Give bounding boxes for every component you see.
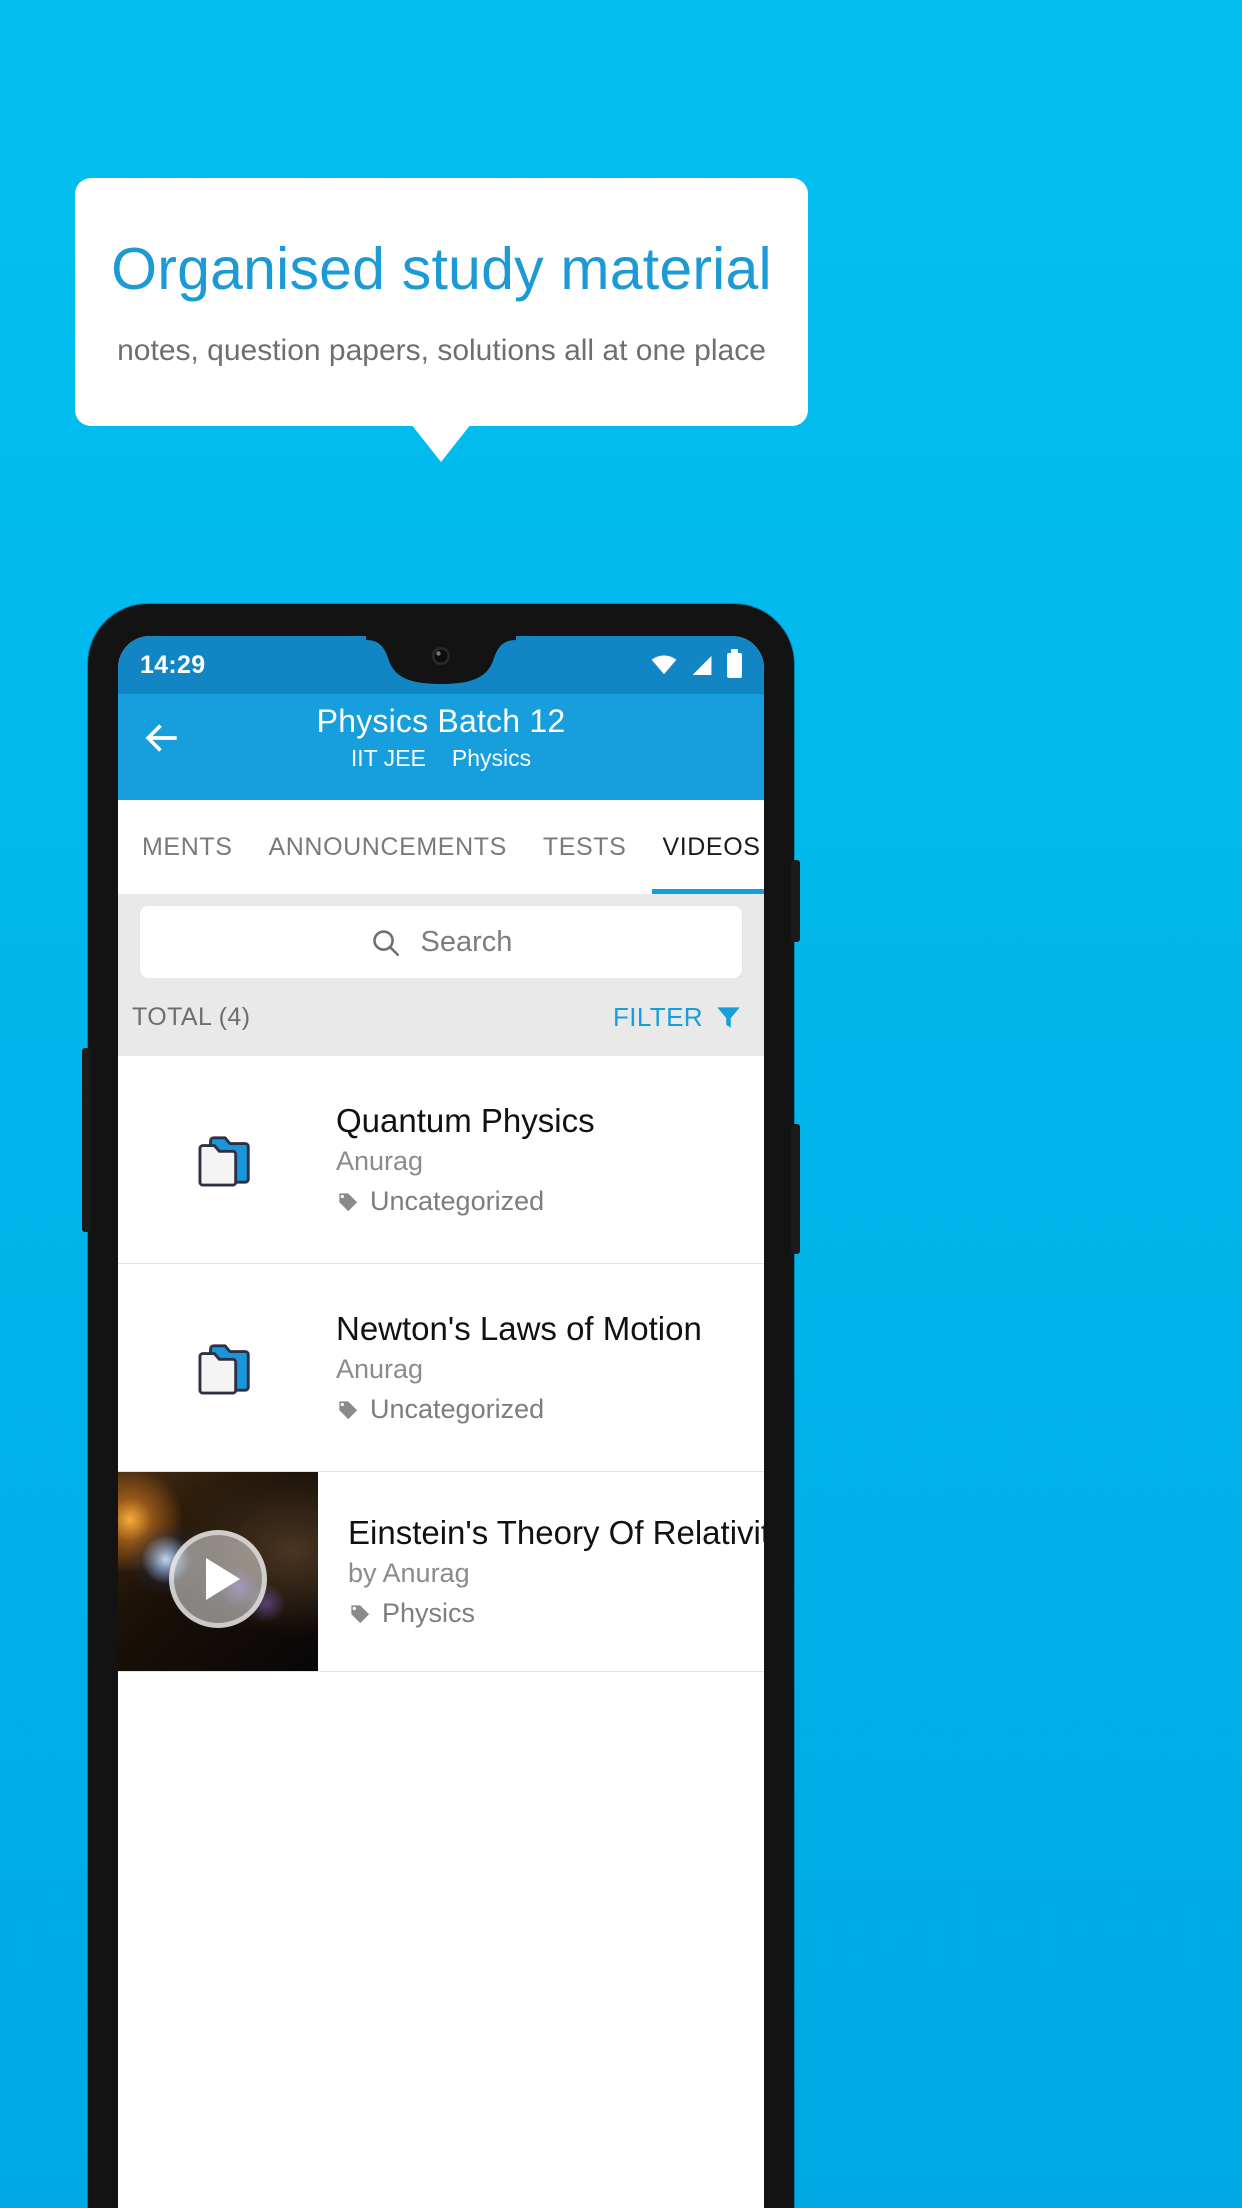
breadcrumb: IIT JEE Physics (118, 745, 764, 772)
phone-screen: 14:29 Physics Batch 12 IIT JEE Physics M… (118, 636, 764, 2208)
wifi-icon (651, 655, 677, 675)
status-bar: 14:29 (118, 636, 764, 694)
list-item-tag-label: Uncategorized (370, 1394, 545, 1425)
tag-icon (338, 1401, 358, 1420)
phone-power-button[interactable] (791, 860, 800, 942)
list-item-tag-label: Uncategorized (370, 1186, 545, 1217)
search-icon (372, 929, 399, 956)
list-item-icon (118, 1340, 336, 1396)
list-item-icon (118, 1132, 336, 1188)
tab-videos[interactable]: VIDEOS (644, 800, 764, 894)
promo-bubble-tail (411, 424, 471, 462)
total-count-label: TOTAL (4) (132, 1002, 251, 1031)
list-item-title: Quantum Physics (336, 1101, 595, 1139)
promo-card: Organised study material notes, question… (75, 178, 808, 426)
tab-tests[interactable]: TESTS (525, 800, 645, 894)
filter-icon (717, 1006, 740, 1028)
app-bar-titles: Physics Batch 12 IIT JEE Physics (118, 702, 764, 772)
status-time: 14:29 (140, 650, 206, 679)
list-item-title: Einstein's Theory Of Relativity (348, 1513, 764, 1551)
play-triangle (206, 1558, 240, 1601)
list-item-body: Newton's Laws of Motion Anurag Uncategor… (336, 1310, 718, 1426)
list-item-tag-label: Physics (382, 1598, 476, 1629)
tab-assignments[interactable]: MENTS (124, 800, 251, 894)
play-icon[interactable] (169, 1530, 267, 1629)
folder-icon (198, 1343, 250, 1395)
signal-icon (692, 655, 712, 675)
table-row[interactable]: Newton's Laws of Motion Anurag Uncategor… (118, 1264, 764, 1472)
status-icons (651, 648, 742, 678)
list-item-body: Quantum Physics Anurag Uncategorized (336, 1102, 611, 1218)
list-item-tag: Physics (348, 1598, 764, 1629)
table-row[interactable]: Quantum Physics Anurag Uncategorized (118, 1056, 764, 1264)
tag-icon (338, 1193, 358, 1212)
breadcrumb-exam: IIT JEE (350, 745, 426, 772)
phone-volume-button[interactable] (791, 1124, 800, 1254)
search-zone: Search (118, 894, 764, 978)
list-item-author: by Anurag (348, 1558, 470, 1589)
phone-side-button[interactable] (82, 1048, 91, 1232)
phone-device: 14:29 Physics Batch 12 IIT JEE Physics M… (82, 604, 800, 2208)
list-item-body: Einstein's Theory Of Relativity by Anura… (318, 1472, 764, 1671)
search-placeholder: Search (420, 925, 513, 958)
list-item-title: Newton's Laws of Motion (336, 1309, 702, 1347)
list-item-author: Anurag (336, 1146, 424, 1177)
tag-icon (350, 1605, 370, 1624)
page-title: Physics Batch 12 (316, 703, 566, 739)
app-bar: Physics Batch 12 IIT JEE Physics (118, 694, 764, 800)
breadcrumb-subject: Physics (451, 745, 532, 772)
promo-subtitle: notes, question papers, solutions all at… (117, 333, 766, 367)
list-item-author: Anurag (336, 1354, 424, 1385)
content-list: Quantum Physics Anurag Uncategorized New… (118, 1056, 764, 1672)
battery-icon (727, 648, 742, 678)
search-input[interactable]: Search (140, 906, 742, 978)
list-toolbar: TOTAL (4) FILTER (118, 978, 764, 1056)
video-thumbnail[interactable] (118, 1472, 318, 1671)
promo-title: Organised study material (111, 236, 772, 303)
list-item-tag: Uncategorized (336, 1186, 595, 1217)
filter-label: FILTER (612, 1001, 703, 1032)
folder-icon (198, 1135, 250, 1187)
list-item-tag: Uncategorized (336, 1394, 702, 1425)
tab-announcements[interactable]: ANNOUNCEMENTS (251, 800, 525, 894)
tab-bar: MENTS ANNOUNCEMENTS TESTS VIDEOS (118, 800, 764, 894)
filter-button[interactable]: FILTER (613, 1002, 742, 1033)
table-row[interactable]: Einstein's Theory Of Relativity by Anura… (118, 1472, 764, 1672)
camera-notch (366, 636, 516, 684)
